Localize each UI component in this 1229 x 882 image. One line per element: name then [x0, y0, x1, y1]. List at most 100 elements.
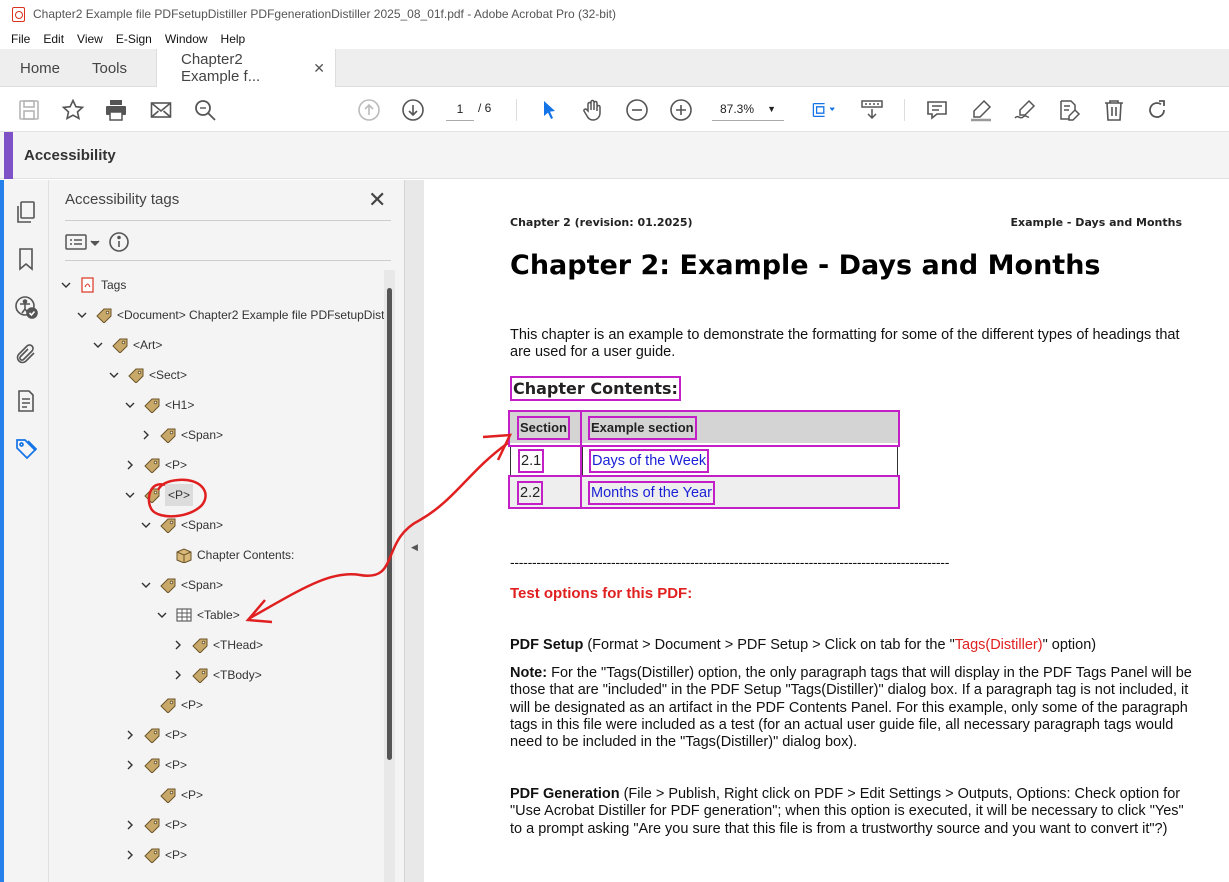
mail-icon[interactable] [148, 97, 174, 123]
tree-node[interactable]: <P> [123, 840, 187, 870]
tree-node-label: <TBody> [213, 668, 262, 682]
tag-icon [143, 457, 161, 473]
comment-icon[interactable] [924, 97, 950, 123]
tree-node[interactable]: Tags [59, 270, 126, 300]
star-icon[interactable] [60, 97, 86, 123]
chevron-down-icon[interactable] [139, 578, 153, 592]
zoom-in-icon[interactable] [668, 97, 694, 123]
tree-node[interactable]: <P> [123, 450, 187, 480]
tag-icon [143, 727, 161, 743]
tree-scrollbar-thumb[interactable] [387, 288, 392, 760]
info-icon[interactable] [109, 232, 129, 252]
chevron-right-icon[interactable] [171, 668, 185, 682]
collapse-panel-icon[interactable]: ◀ [411, 542, 418, 553]
zoom-select[interactable]: 87.3% ▼ [712, 97, 784, 121]
panel-splitter[interactable]: ◀ [404, 180, 424, 882]
highlight-icon[interactable] [968, 97, 994, 123]
redact-icon[interactable] [1056, 97, 1082, 123]
save-icon[interactable] [16, 97, 42, 123]
rail-accent [0, 180, 4, 882]
chevron-right-icon[interactable] [123, 818, 137, 832]
test-options-heading: Test options for this PDF: [510, 585, 693, 602]
close-icon[interactable]: ✕ [368, 187, 386, 213]
chevron-down-icon[interactable] [91, 338, 105, 352]
chevron-down-icon[interactable] [107, 368, 121, 382]
tab-tools[interactable]: Tools [92, 49, 127, 87]
tree-node[interactable]: <Span> [139, 510, 223, 540]
chevron-down-icon[interactable] [59, 278, 73, 292]
page-down-icon[interactable] [400, 97, 426, 123]
tree-node[interactable]: <P> [139, 780, 203, 810]
tree-node[interactable]: <P> [123, 720, 187, 750]
page-up-icon[interactable] [356, 97, 382, 123]
tree-node[interactable]: <P> [123, 810, 187, 840]
delete-icon[interactable] [1101, 97, 1127, 123]
chevron-down-icon[interactable] [139, 518, 153, 532]
menu-help[interactable]: Help [221, 32, 246, 46]
tree-node-label: <Table> [197, 608, 240, 622]
tree-node[interactable]: <P> [123, 750, 187, 780]
tree-node[interactable]: <Span> [139, 570, 223, 600]
tree-node[interactable]: <Span> [139, 420, 223, 450]
tree-node[interactable]: Chapter Contents: [155, 540, 294, 570]
hand-icon[interactable] [580, 97, 606, 123]
chevron-down-icon[interactable] [123, 398, 137, 412]
tag-icon [159, 427, 177, 443]
sign-icon[interactable] [1012, 97, 1038, 123]
bookmark-icon[interactable] [14, 247, 38, 271]
page-number-input[interactable]: 1 [446, 97, 474, 121]
zoom-out-icon[interactable] [624, 97, 650, 123]
note-text: For the "Tags(Distiller) option, the onl… [510, 665, 1192, 751]
tree-node[interactable]: <Art> [91, 330, 162, 360]
tree-node-label: <P> [181, 788, 204, 802]
document-viewer[interactable]: Chapter 2 (revision: 01.2025) Example - … [424, 180, 1229, 882]
chevron-right-icon[interactable] [123, 758, 137, 772]
chevron-down-icon[interactable] [155, 608, 169, 622]
menu-file[interactable]: File [11, 32, 30, 46]
tag-icon[interactable] [14, 437, 38, 461]
tab-home[interactable]: Home [20, 49, 60, 87]
tree-node[interactable]: <THead> [171, 630, 263, 660]
chevron-down-icon: ▼ [767, 104, 776, 114]
chevron-right-icon[interactable] [139, 428, 153, 442]
attachment-icon[interactable] [14, 342, 38, 366]
tree-node[interactable]: <P> [139, 690, 203, 720]
running-header-right: Example - Days and Months [1010, 216, 1182, 229]
tree-node[interactable]: <P> [123, 480, 194, 510]
chevron-right-icon[interactable] [123, 848, 137, 862]
menu-esign[interactable]: E-Sign [116, 32, 152, 46]
pages-icon[interactable] [14, 200, 38, 224]
tree-node[interactable]: <Table> [155, 600, 240, 630]
menu-edit[interactable]: Edit [43, 32, 64, 46]
tree-node[interactable]: <Sect> [107, 360, 187, 390]
tool-accent-bar [4, 132, 13, 179]
chevron-right-icon[interactable] [123, 728, 137, 742]
search-icon[interactable] [192, 97, 218, 123]
menu-view[interactable]: View [77, 32, 103, 46]
redo-icon[interactable] [1144, 97, 1170, 123]
content-box-icon [175, 547, 193, 563]
tag-icon [95, 307, 113, 323]
print-icon[interactable] [103, 97, 129, 123]
chevron-right-icon[interactable] [171, 638, 185, 652]
scroll-mode-icon[interactable] [858, 97, 886, 123]
select-arrow-icon[interactable] [536, 97, 562, 123]
tree-node[interactable]: <TBody> [171, 660, 262, 690]
options-menu-icon[interactable] [65, 232, 103, 252]
tree-node[interactable]: <Document> Chapter2 Example file PDFsetu… [75, 300, 384, 330]
chevron-down-icon[interactable] [75, 308, 89, 322]
fit-page-icon[interactable] [806, 97, 840, 123]
menu-window[interactable]: Window [165, 32, 208, 46]
chevron-down-icon[interactable] [123, 488, 137, 502]
chevron-right-icon[interactable] [123, 458, 137, 472]
note-label: Note: [510, 665, 548, 681]
table-link[interactable]: Days of the Week [589, 449, 710, 473]
tab-document[interactable]: Chapter2 Example f... ✕ [156, 49, 336, 87]
tab-close-icon[interactable]: ✕ [313, 60, 325, 77]
tag-icon [127, 367, 145, 383]
pdf-icon [79, 277, 97, 293]
content-icon[interactable] [14, 389, 38, 413]
accessibility-check-icon[interactable] [14, 295, 38, 319]
tree-node[interactable]: <H1> [123, 390, 194, 420]
